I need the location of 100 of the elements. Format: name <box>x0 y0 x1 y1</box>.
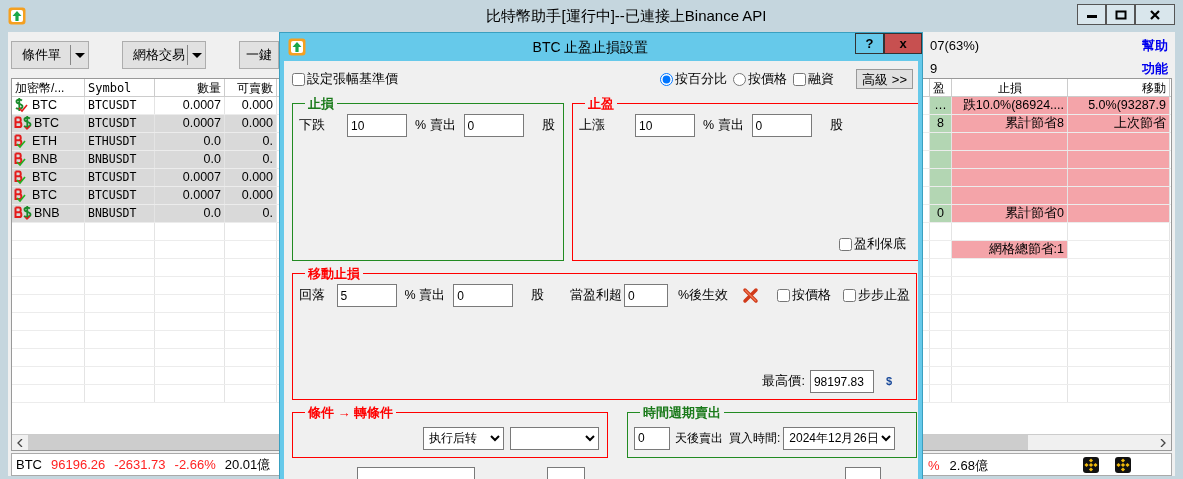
table-cell: 網格總節省:1 <box>952 241 1068 258</box>
label-text: 當盈利超 <box>570 287 624 305</box>
option-label[interactable]: 盈利保底 <box>854 235 906 254</box>
dialog-title: BTC 止盈止損設置 <box>531 37 650 57</box>
table-cell: BTC <box>32 187 57 204</box>
radio-button[interactable] <box>733 72 747 86</box>
label-text: 回落 <box>299 287 326 305</box>
b-dollar-icon <box>14 116 32 131</box>
table-cell: BTCUSDT <box>85 97 155 114</box>
option-label[interactable]: 融資 <box>808 69 835 89</box>
input-field[interactable]: 0 <box>623 284 668 307</box>
table-cell: BTCUSDT <box>85 115 155 132</box>
table-cell: 0.000 <box>225 169 277 186</box>
group-title: 時間週期賣出 <box>642 406 722 419</box>
table-cell: 0.0007 <box>155 169 225 186</box>
input-field[interactable]: 5 <box>336 284 397 307</box>
column-header[interactable]: 加密幣/... <box>12 79 85 96</box>
table-cell: 0.000 <box>225 97 277 114</box>
table-cell: BNBUSDT <box>85 151 155 168</box>
close-button[interactable] <box>1135 4 1175 25</box>
table-cell: 跌10.0%(86924.... <box>952 97 1068 114</box>
table-cell: … <box>930 97 952 114</box>
cross-icon <box>742 287 759 304</box>
app-icon <box>8 7 26 25</box>
help-link[interactable]: 功能 <box>1142 58 1168 78</box>
table-cell: BNBUSDT <box>85 205 155 222</box>
option-label[interactable]: 步步止盈 <box>858 286 910 305</box>
dropdown-field[interactable]: 执行后转 <box>423 426 504 450</box>
table-cell: 上次節省 <box>1068 115 1170 132</box>
currency-text: $ <box>885 374 892 390</box>
input-field[interactable]: 0 <box>463 114 524 137</box>
table-cell: 0.000 <box>225 187 277 204</box>
column-header[interactable]: 數量 <box>155 79 225 96</box>
status-text: -2.66% <box>174 455 216 474</box>
table-cell: 累計節省8 <box>952 115 1068 132</box>
input-field[interactable]: 0 <box>751 114 812 137</box>
group-title: 條件 → 轉條件 <box>307 406 395 419</box>
radio-button[interactable] <box>660 72 674 86</box>
checkbox[interactable] <box>292 72 305 86</box>
status-text: BTC <box>16 455 42 474</box>
label-text: 股 <box>541 117 555 135</box>
input-field[interactable]: 98197.83 <box>809 370 874 393</box>
toolbar-button[interactable]: 條件單 <box>11 41 89 69</box>
table-cell: 0.0007 <box>155 115 225 132</box>
diamond-logo-icon <box>1083 457 1099 473</box>
help-button[interactable]: ? <box>855 33 884 54</box>
help-link[interactable]: 幫助 <box>1142 36 1168 56</box>
table-cell: BTCUSDT <box>85 187 155 204</box>
column-header[interactable]: 移動 <box>1068 79 1170 96</box>
dropdown-field[interactable] <box>510 426 599 450</box>
option-label[interactable]: 按價格 <box>748 69 788 89</box>
status-text: 20.01億 <box>224 455 271 474</box>
checkbox[interactable] <box>777 289 790 302</box>
column-header[interactable]: 可賣數 <box>225 79 277 96</box>
checkbox[interactable] <box>843 289 856 302</box>
table-cell: 8 <box>930 115 952 132</box>
table-cell: BNB <box>32 151 58 168</box>
table-cell: BTCUSDT <box>85 169 155 186</box>
label-text: % 賣出 <box>415 117 456 135</box>
advanced-button[interactable]: 高級 >> <box>856 69 913 89</box>
checkbox[interactable] <box>793 72 807 86</box>
label-text: 下跌 <box>299 117 326 135</box>
table-cell: ETH <box>32 133 57 150</box>
label-text: 最高價: <box>762 373 805 391</box>
minimize-button[interactable] <box>1077 4 1106 25</box>
table-cell: 0.0 <box>155 133 225 150</box>
status-text: 2.68億 <box>949 457 988 475</box>
option-label[interactable]: 按價格 <box>792 286 831 305</box>
label-text: % 賣出 <box>404 287 446 305</box>
maximize-button[interactable] <box>1106 4 1135 25</box>
group-title: 止盈 <box>587 97 615 110</box>
table-cell: 0.0007 <box>155 187 225 204</box>
window-title: 比特幣助手[運行中]--已連接上Binance API <box>485 5 768 26</box>
table-cell: BNB <box>34 205 60 222</box>
option-label[interactable]: 按百分比 <box>675 69 728 89</box>
label-text: 買入時間: <box>729 430 781 447</box>
caret-icon <box>74 52 85 58</box>
label-text: 股 <box>829 117 843 135</box>
table-cell: 累計節省0 <box>952 205 1068 222</box>
column-header[interactable]: 止損 <box>952 79 1068 96</box>
app-icon <box>288 38 306 56</box>
toolbar-button[interactable]: 一鍵 <box>239 41 279 69</box>
input-field[interactable]: 10 <box>347 114 407 137</box>
checkbox[interactable] <box>839 238 852 252</box>
label-text: %後生效 <box>677 287 728 305</box>
dropdown-field[interactable]: 2024年12月26日 <box>783 426 896 450</box>
status-text: % <box>928 457 940 475</box>
input-field[interactable]: 0 <box>453 284 514 307</box>
table-cell: 0.0 <box>155 151 225 168</box>
column-header[interactable]: Symbol <box>85 79 155 96</box>
toolbar-button[interactable]: 網格交易 <box>122 41 206 69</box>
input-field[interactable]: 10 <box>635 114 695 137</box>
close-button[interactable]: x <box>884 33 922 54</box>
group-title: 止損 <box>307 97 335 110</box>
status-text: 96196.26 <box>51 455 106 474</box>
option-label[interactable]: 設定張幅基準價 <box>307 69 398 89</box>
column-header[interactable]: 盈 <box>930 79 952 96</box>
diamond-logo-icon <box>1115 457 1131 473</box>
input-field[interactable]: 0 <box>634 426 670 450</box>
table-cell: 0.0007 <box>155 97 225 114</box>
